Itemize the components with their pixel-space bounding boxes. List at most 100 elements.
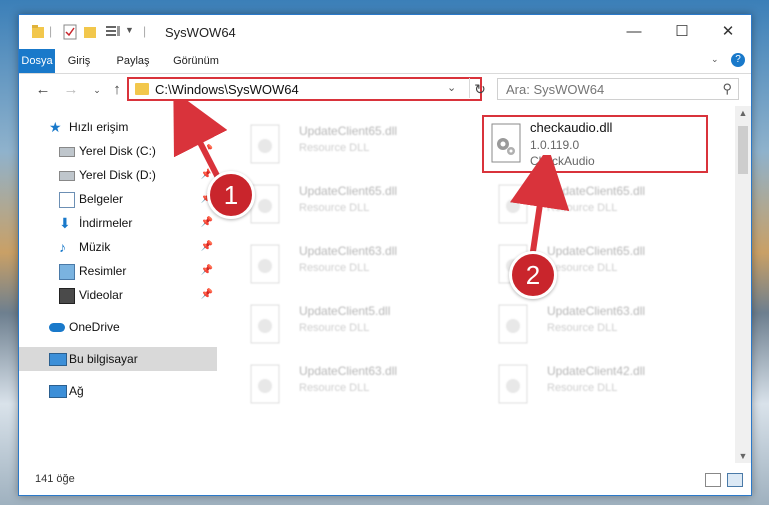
list-item[interactable]: UpdateClient63.dll Resource DLL [495,300,715,356]
file-type: Resource DLL [299,322,370,334]
address-bar[interactable]: C:\Windows\SysWOW64 ⌄ ↻ [127,77,486,101]
sidebar-item-onedrive[interactable]: OneDrive [19,315,217,339]
drive-icon [59,147,75,157]
back-button[interactable]: ← [33,80,53,100]
pictures-icon [59,264,75,280]
file-type: Resource DLL [547,382,618,394]
drive-icon [59,171,75,181]
sidebar-item-label: İndirmeler [79,216,133,230]
sidebar-item-label: Resimler [79,264,127,278]
list-item[interactable]: UpdateClient63.dll Resource DLL [247,360,467,416]
forward-button[interactable]: → [61,80,81,100]
pin-icon[interactable]: 📌 [201,235,213,259]
music-icon: ♪ [59,239,66,255]
file-name: UpdateClient63.dll [299,364,398,378]
up-button[interactable]: ↑ [107,80,127,100]
list-item[interactable]: UpdateClient63.dll Resource DLL [247,240,467,296]
step-badge-1: 1 [207,171,255,219]
list-item[interactable]: UpdateClient65.dll Resource DLL [247,180,467,236]
separator: | [49,24,53,38]
file-version: 1.0.119.0 [530,138,580,152]
tab-paylas[interactable]: Paylaş [111,49,155,73]
chevron-down-icon[interactable]: ⌄ [711,54,719,65]
list-item[interactable]: UpdateClient42.dll Resource DLL [495,360,715,416]
sidebar-item-network[interactable]: Ağ [19,379,217,403]
list-item[interactable]: UpdateClient65.dll Resource DLL [247,120,467,176]
file-type: Resource DLL [299,382,370,394]
sidebar-item-label: Ağ [69,384,84,398]
new-folder-icon[interactable] [83,24,97,40]
cloud-icon [49,323,65,332]
sidebar-item-downloads[interactable]: ⬇ İndirmeler 📌 [19,211,217,235]
separator: | [143,24,147,38]
details-view-icon[interactable] [705,473,721,487]
sidebar-item-label: OneDrive [69,320,120,334]
navigation-bar: ← → ⌄ ↑ C:\Windows\SysWOW64 ⌄ ↻ ⚲ [19,74,751,106]
pin-icon[interactable]: 📌 [201,283,213,307]
download-icon: ⬇ [59,215,71,231]
folder-icon[interactable] [31,24,45,40]
dll-file-icon [250,244,280,284]
sidebar-item-pictures[interactable]: Resimler 📌 [19,259,217,283]
sidebar-item-videos[interactable]: Videolar 📌 [19,283,217,307]
large-icons-view-icon[interactable] [727,473,743,487]
pin-icon[interactable]: 📌 [201,259,213,283]
customize-icon[interactable] [105,24,121,40]
minimize-button[interactable]: — [619,21,649,43]
file-name: UpdateClient5.dll [299,304,391,318]
list-item[interactable]: UpdateClient5.dll Resource DLL [247,300,467,356]
chevron-down-icon[interactable]: ▼ [125,25,134,35]
file-name: UpdateClient63.dll [547,304,646,318]
file-type: Resource DLL [547,322,618,334]
sidebar-item-music[interactable]: ♪ Müzik 📌 [19,235,217,259]
computer-icon [49,353,67,366]
sidebar-item-label: Müzik [79,240,111,254]
step-badge-2: 2 [509,251,557,299]
sidebar-item-label: Bu bilgisayar [69,352,138,366]
file-name: UpdateClient65.dll [299,184,398,198]
search-input[interactable] [504,81,708,98]
status-bar: 141 öğe [19,463,751,495]
dll-file-icon [498,364,528,404]
recent-locations-icon[interactable]: ⌄ [87,80,107,100]
file-name: UpdateClient63.dll [299,244,398,258]
file-type: Resource DLL [299,262,370,274]
sidebar-item-label: Hızlı erişim [69,120,129,134]
dll-file-icon [250,124,280,164]
file-name: UpdateClient65.dll [299,124,398,138]
pin-icon[interactable]: 📌 [201,211,213,235]
title-bar: | ▼ | SysWOW64 — ☐ ✕ [19,15,751,49]
scroll-thumb[interactable] [738,126,748,174]
help-icon[interactable]: ? [731,53,745,67]
dll-file-icon [250,364,280,404]
file-type: Resource DLL [299,142,370,154]
scroll-up-icon[interactable]: ▲ [735,108,751,118]
tab-dosya[interactable]: Dosya [19,49,55,73]
tab-giris[interactable]: Giriş [61,49,97,73]
window-title: SysWOW64 [165,25,236,40]
search-icon[interactable]: ⚲ [722,81,732,97]
file-type: Resource DLL [299,202,370,214]
close-button[interactable]: ✕ [713,21,743,43]
address-path[interactable]: C:\Windows\SysWOW64 [155,82,299,97]
video-icon [59,288,75,304]
item-count: 141 öğe [35,473,75,485]
scroll-down-icon[interactable]: ▼ [735,451,751,461]
maximize-button[interactable]: ☐ [667,21,697,43]
sidebar-item-label: Belgeler [79,192,124,206]
sidebar-item-this-pc[interactable]: Bu bilgisayar [19,347,217,371]
ribbon-tabs: Dosya Giriş Paylaş Görünüm ⌄ ? [19,49,751,74]
vertical-scrollbar[interactable]: ▲ ▼ [735,106,751,463]
refresh-button[interactable]: ↻ [469,78,490,98]
tab-gorunum[interactable]: Görünüm [165,49,227,73]
documents-icon [59,192,75,208]
file-name: UpdateClient42.dll [547,364,646,378]
properties-icon[interactable] [63,24,77,40]
chevron-down-icon[interactable]: ⌄ [447,81,456,94]
file-name: checkaudio.dll [530,120,613,135]
dll-file-icon [250,304,280,344]
dll-file-icon [498,304,528,344]
explorer-window: | ▼ | SysWOW64 — ☐ ✕ Dosya Giriş Paylaş … [18,14,752,496]
search-box[interactable]: ⚲ [497,78,739,100]
sidebar-item-label: Videolar [79,288,123,302]
